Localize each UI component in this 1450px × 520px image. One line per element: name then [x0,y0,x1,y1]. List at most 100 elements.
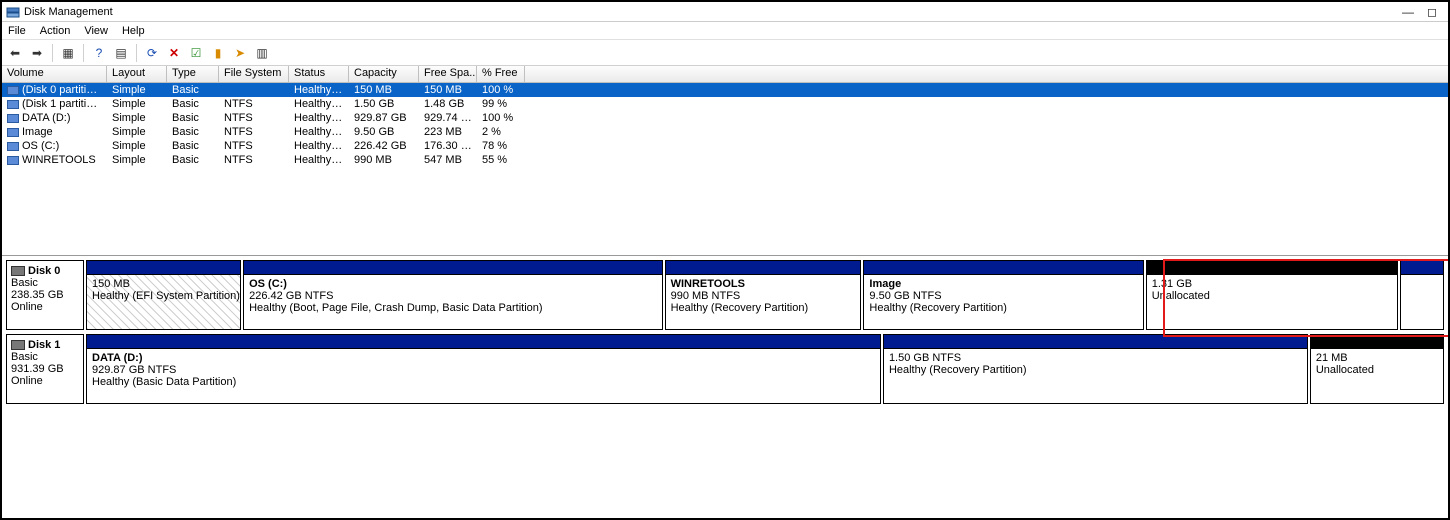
volume-row[interactable]: WINRETOOLSSimpleBasicNTFSHealthy (R...99… [2,153,1448,167]
volume-row[interactable]: (Disk 1 partition 3)SimpleBasicNTFSHealt… [2,97,1448,111]
cell-layout: Simple [107,98,167,110]
volume-row[interactable]: ImageSimpleBasicNTFSHealthy (R...9.50 GB… [2,125,1448,139]
cell-layout: Simple [107,112,167,124]
menu-file[interactable]: File [8,25,26,37]
maximize-button[interactable]: ◻ [1420,5,1444,19]
col-pct[interactable]: % Free [477,66,525,82]
disk-partitions: 150 MBHealthy (EFI System Partition)OS (… [86,260,1444,330]
cell-status: Healthy (E... [289,84,349,96]
cell-status: Healthy (B... [289,112,349,124]
col-volume[interactable]: Volume [2,66,107,82]
volume-rows: (Disk 0 partition 1)SimpleBasicHealthy (… [2,83,1448,167]
cell-name: (Disk 1 partition 3) [2,98,107,110]
partition-size: 150 MB [92,278,235,290]
partition[interactable]: OS (C:)226.42 GB NTFSHealthy (Boot, Page… [243,260,663,330]
refresh-icon[interactable]: ⟳ [143,44,161,62]
arrow-icon[interactable]: ➤ [231,44,249,62]
col-type[interactable]: Type [167,66,219,82]
cell-type: Basic [167,112,219,124]
col-status[interactable]: Status [289,66,349,82]
partition-name: OS (C:) [249,278,657,290]
cell-name: WINRETOOLS [2,154,107,166]
partition[interactable]: 150 MBHealthy (EFI System Partition) [86,260,241,330]
disk-info[interactable]: Disk 0Basic238.35 GBOnline [6,260,84,330]
cell-free: 1.48 GB [419,98,477,110]
partition-size: 929.87 GB NTFS [92,364,875,376]
menu-view[interactable]: View [84,25,108,37]
partition-status: Healthy (Basic Data Partition) [92,376,875,388]
cell-name: OS (C:) [2,140,107,152]
partition-body: 1.31 GBUnallocated [1147,275,1398,329]
partition-status: Healthy (EFI System Partition) [92,290,235,302]
partition-body: Image9.50 GB NTFSHealthy (Recovery Parti… [864,275,1142,329]
cell-fs: NTFS [219,140,289,152]
cell-free: 929.74 GB [419,112,477,124]
disk-row: Disk 0Basic238.35 GBOnline150 MBHealthy … [6,260,1444,330]
partition-status: Healthy (Recovery Partition) [889,364,1302,376]
cell-type: Basic [167,140,219,152]
disk-label: Disk 0 [28,265,60,277]
cell-type: Basic [167,154,219,166]
cell-pct: 100 % [477,84,525,96]
show-hide-icon[interactable]: ▦ [59,44,77,62]
partition[interactable]: DATA (D:)929.87 GB NTFSHealthy (Basic Da… [86,334,881,404]
volume-list-pane: Volume Layout Type File System Status Ca… [2,66,1448,256]
help-icon[interactable]: ? [90,44,108,62]
drive-icon [7,156,19,165]
partition[interactable] [1400,260,1444,330]
menu-help[interactable]: Help [122,25,145,37]
cell-status: Healthy (R... [289,126,349,138]
app-icon [6,5,20,19]
separator [136,44,137,62]
partition[interactable]: 21 MBUnallocated [1310,334,1444,404]
disk-icon [11,266,25,276]
cell-pct: 99 % [477,98,525,110]
col-capacity[interactable]: Capacity [349,66,419,82]
new-icon[interactable]: ▮ [209,44,227,62]
cell-status: Healthy (R... [289,98,349,110]
volume-row[interactable]: (Disk 0 partition 1)SimpleBasicHealthy (… [2,83,1448,97]
col-layout[interactable]: Layout [107,66,167,82]
cell-pct: 100 % [477,112,525,124]
drive-icon [7,114,19,123]
properties-icon[interactable]: ▤ [112,44,130,62]
col-fs[interactable]: File System [219,66,289,82]
partition-body: 21 MBUnallocated [1311,349,1443,403]
volume-header[interactable]: Volume Layout Type File System Status Ca… [2,66,1448,83]
cell-type: Basic [167,98,219,110]
check-icon[interactable]: ☑ [187,44,205,62]
volume-row[interactable]: DATA (D:)SimpleBasicNTFSHealthy (B...929… [2,111,1448,125]
partition-bar [87,261,240,275]
cell-type: Basic [167,84,219,96]
drive-icon [7,128,19,137]
disk-graphical-pane: Disk 0Basic238.35 GBOnline150 MBHealthy … [2,256,1448,518]
delete-icon[interactable]: ✕ [165,44,183,62]
partition[interactable]: Image9.50 GB NTFSHealthy (Recovery Parti… [863,260,1143,330]
cell-capacity: 150 MB [349,84,419,96]
cell-status: Healthy (R... [289,154,349,166]
partition-bar [884,335,1307,349]
disk-info[interactable]: Disk 1Basic931.39 GBOnline [6,334,84,404]
partition-body: 1.50 GB NTFSHealthy (Recovery Partition) [884,349,1307,403]
forward-button[interactable]: ➡ [28,44,46,62]
volume-row[interactable]: OS (C:)SimpleBasicNTFSHealthy (B...226.4… [2,139,1448,153]
col-free[interactable]: Free Spa... [419,66,477,82]
cell-pct: 78 % [477,140,525,152]
grid-icon[interactable]: ▥ [253,44,271,62]
partition[interactable]: 1.50 GB NTFSHealthy (Recovery Partition) [883,334,1308,404]
cell-name: DATA (D:) [2,112,107,124]
disk-type: Basic [11,351,79,363]
partition[interactable]: 1.31 GBUnallocated [1146,260,1399,330]
partition-status: Healthy (Boot, Page File, Crash Dump, Ba… [249,302,657,314]
cell-type: Basic [167,126,219,138]
minimize-button[interactable]: — [1396,5,1420,19]
toolbar: ⬅ ➡ ▦ ? ▤ ⟳ ✕ ☑ ▮ ➤ ▥ [2,40,1448,66]
col-spacer [525,66,1448,82]
back-button[interactable]: ⬅ [6,44,24,62]
cell-fs: NTFS [219,126,289,138]
disk-size: 238.35 GB [11,289,79,301]
menu-action[interactable]: Action [40,25,71,37]
partition-size: 226.42 GB NTFS [249,290,657,302]
partition-name: DATA (D:) [92,352,875,364]
partition[interactable]: WINRETOOLS990 MB NTFSHealthy (Recovery P… [665,260,862,330]
